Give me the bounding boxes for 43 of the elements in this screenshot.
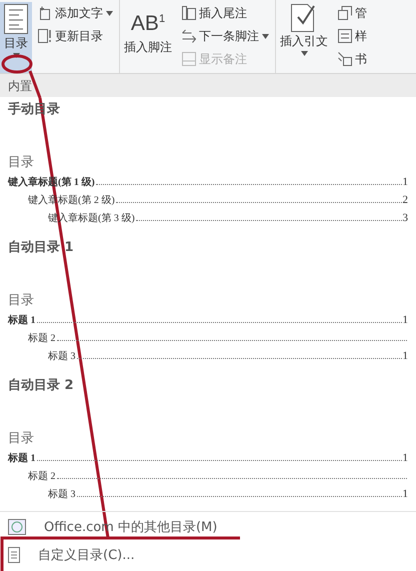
gallery-header: 内置 — [0, 74, 416, 97]
toc-entry-text: 标题 2 — [28, 470, 56, 483]
preview-heading: 目录 — [8, 153, 34, 171]
bibliography-icon — [338, 52, 352, 66]
page-number: 1 — [402, 176, 408, 188]
style-list-icon — [338, 29, 352, 43]
toc-entry-text: 标题 1 — [8, 314, 36, 327]
toc-style-title: 自动目录 2 — [8, 377, 74, 395]
ribbon-small-button[interactable]: 书 — [336, 49, 369, 69]
insert-footnote-button[interactable]: AB$^{1}$ 插入脚注 — [120, 2, 176, 73]
toc-document-icon — [4, 4, 28, 34]
toc-entry-text: 标题 3 — [48, 488, 76, 501]
preview-heading: 目录 — [8, 291, 34, 309]
ribbon-small-button[interactable]: 插入尾注 — [180, 3, 271, 23]
toc-entry-text: 标题 1 — [8, 452, 36, 465]
ribbon-small-button[interactable]: 样 — [336, 26, 369, 46]
page-number: 1 — [402, 488, 408, 500]
notes-icon — [182, 52, 196, 66]
table-of-contents-button[interactable]: 目录 — [0, 2, 32, 73]
page-number: 1 — [402, 350, 408, 362]
source-manager-icon — [338, 6, 352, 20]
refresh-document-icon — [38, 29, 52, 43]
insert-citation-button[interactable]: 插入引文 — [276, 2, 332, 73]
page-number: 1 — [402, 314, 408, 326]
page-number: 3 — [402, 212, 408, 224]
add-text-icon — [38, 6, 52, 20]
endnote-icon — [182, 6, 196, 20]
ribbon-small-button[interactable]: 更新目录 — [36, 26, 115, 46]
ribbon-small-button[interactable]: 管 — [336, 3, 369, 23]
page-number: 1 — [402, 452, 408, 464]
toc-entry-text: 标题 3 — [48, 350, 76, 363]
toc-style-title: 自动目录 1 — [8, 239, 74, 257]
preview-heading: 目录 — [8, 429, 34, 447]
document-icon — [8, 547, 20, 563]
menu-item[interactable]: 自定义目录(C)... — [0, 541, 416, 569]
checked-document-icon — [291, 4, 317, 32]
page-number: 2 — [402, 194, 408, 206]
next-footnote-icon — [182, 29, 196, 43]
ribbon-small-button[interactable]: 下一条脚注 — [180, 26, 271, 46]
toc-entry-text: 标题 2 — [28, 332, 56, 345]
ribbon-small-button[interactable]: 添加文字 — [36, 3, 115, 23]
web-gallery-icon — [8, 519, 26, 535]
highlight-circle — [2, 54, 32, 74]
